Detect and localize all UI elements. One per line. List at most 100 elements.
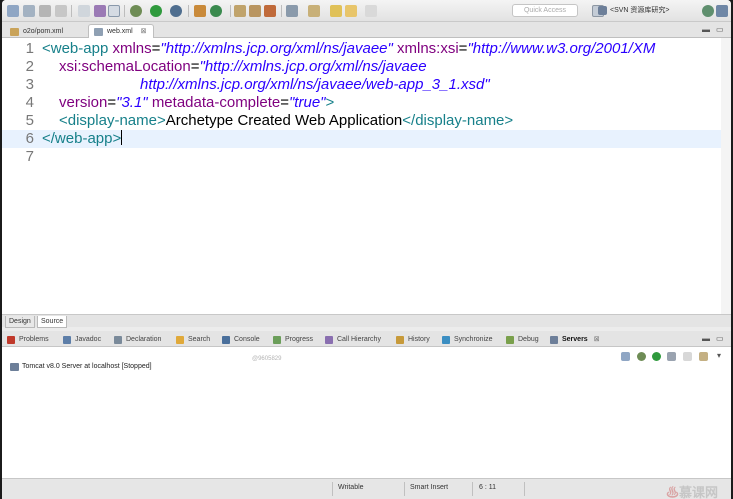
tab-label: Progress [285, 336, 314, 343]
tag-open: <display-name> [59, 112, 166, 129]
search-icon[interactable] [264, 5, 276, 17]
tab-label: Console [234, 336, 260, 343]
tab-pom-xml[interactable]: o2o/pom.xml [4, 24, 70, 38]
view-menu-icon[interactable]: ▾ [717, 352, 726, 361]
print-icon[interactable] [55, 5, 67, 17]
code-line-5: 5 <display-name>Archetype Created Web Ap… [2, 112, 731, 130]
code-line-3: 3 http://xmlns.jcp.org/xml/ns/javaee/web… [2, 76, 731, 94]
tab-problems[interactable]: Problems [7, 334, 49, 346]
tab-javadoc[interactable]: Javadoc [63, 334, 101, 346]
server-entry[interactable]: Tomcat v8.0 Server at localhost [Stopped… [10, 362, 731, 372]
tab-console[interactable]: Console [222, 334, 260, 346]
tab-history[interactable]: History [396, 334, 430, 346]
tag-close: </web-app> [42, 130, 122, 147]
attribute-name: xmlns:xsi [397, 40, 459, 57]
run-icon[interactable] [150, 5, 162, 17]
code-line-4: 4 version="3.1" metadata-complete="true"… [2, 94, 731, 112]
quick-access-input[interactable]: Quick Access [512, 4, 578, 17]
tab-progress[interactable]: Progress [273, 334, 313, 346]
insert-mode-status: Smart Insert [410, 484, 449, 491]
minimize-icon[interactable]: ▬ [702, 334, 710, 343]
back-icon[interactable] [345, 5, 357, 17]
tab-web-xml[interactable]: web.xml ⊠ [88, 24, 154, 38]
writable-status: Writable [338, 484, 364, 491]
cursor-position: 6 : 11 [479, 484, 496, 491]
history-icon [396, 336, 404, 344]
xml-editor[interactable]: 1 <web-app xmlns="http://xmlns.jcp.org/x… [2, 38, 731, 314]
server-label: Tomcat v8.0 Server at localhost [Stopped… [22, 363, 152, 370]
save-all-icon[interactable] [39, 5, 51, 17]
toggle-mark-icon[interactable] [78, 5, 90, 17]
minimize-icon[interactable]: ▬ [702, 25, 710, 34]
prev-annotation-icon[interactable] [308, 5, 320, 17]
close-icon[interactable]: ⊠ [594, 336, 600, 343]
tag-close-bracket: > [325, 94, 335, 111]
tab-label: Debug [518, 336, 539, 343]
line-number: 3 [25, 76, 34, 93]
open-folder-icon[interactable] [234, 5, 246, 17]
new-class-icon[interactable] [210, 5, 222, 17]
svn-perspective-icon [598, 6, 607, 15]
attribute-value: "http://www.w3.org/2001/XM [467, 40, 656, 57]
new-server-icon[interactable] [621, 352, 630, 361]
java-ee-perspective-icon[interactable] [716, 5, 728, 17]
toggle-breadcrumb-icon[interactable] [108, 5, 120, 17]
call-hierarchy-icon [325, 336, 333, 344]
external-tools-icon[interactable] [170, 5, 182, 17]
tag-close: </display-name> [402, 112, 514, 129]
open-type-icon[interactable] [94, 5, 106, 17]
new-java-project-icon[interactable] [194, 5, 206, 17]
line-number: 5 [25, 112, 34, 129]
text-caret [121, 130, 123, 145]
tab-call-hierarchy[interactable]: Call Hierarchy [325, 334, 381, 346]
line-number: 4 [25, 94, 34, 111]
tab-declaration[interactable]: Declaration [114, 334, 161, 346]
code-line-1: 1 <web-app xmlns="http://xmlns.jcp.org/x… [2, 40, 731, 58]
declaration-icon [114, 336, 122, 344]
attribute-value: "3.1" [116, 94, 148, 111]
brand-logo: ♨慕课网 [666, 485, 719, 499]
tab-design[interactable]: Design [5, 316, 35, 328]
maximize-icon[interactable]: ▭ [716, 334, 724, 343]
close-icon[interactable]: ⊠ [141, 28, 147, 35]
debug-icon[interactable] [130, 5, 142, 17]
debug-perspective-icon[interactable] [702, 5, 714, 17]
tab-search[interactable]: Search [176, 334, 210, 346]
synchronize-icon [442, 336, 450, 344]
status-bar: Writable Smart Insert 6 : 11 ♨慕课网 [2, 478, 731, 499]
start-server-icon[interactable] [652, 352, 661, 361]
search-icon [176, 336, 184, 344]
open-task-icon[interactable] [249, 5, 261, 17]
console-icon [222, 336, 230, 344]
tab-label: Problems [19, 336, 49, 343]
editor-tab-bar: o2o/pom.xml web.xml ⊠ ▬ ▭ [2, 22, 731, 38]
forward-icon[interactable] [365, 5, 377, 17]
main-toolbar: Quick Access <SVN 资源库研究> [2, 0, 731, 22]
vertical-scrollbar[interactable] [721, 38, 731, 314]
tab-label: Search [188, 336, 211, 343]
save-icon[interactable] [23, 5, 35, 17]
last-edit-icon[interactable] [330, 5, 342, 17]
publish-icon[interactable] [699, 352, 708, 361]
perspective-label[interactable]: <SVN 资源库研究> [610, 5, 670, 15]
tab-synchronize[interactable]: Synchronize [442, 334, 493, 346]
tab-source[interactable]: Source [37, 316, 68, 328]
start-debug-icon[interactable] [637, 352, 646, 361]
maximize-icon[interactable]: ▭ [716, 25, 724, 34]
next-annotation-icon[interactable] [286, 5, 298, 17]
code-line-2: 2 xsi:schemaLocation="http://xmlns.jcp.o… [2, 58, 731, 76]
profile-icon[interactable] [667, 352, 676, 361]
xml-file-icon [94, 28, 103, 36]
new-file-icon[interactable] [7, 5, 19, 17]
tab-label: History [408, 336, 430, 343]
server-icon [10, 363, 19, 371]
tab-debug[interactable]: Debug [506, 334, 539, 346]
progress-icon [273, 336, 281, 344]
stop-server-icon[interactable] [683, 352, 692, 361]
attribute-name: metadata-complete [151, 94, 281, 111]
attribute-name: xsi:schemaLocation [59, 58, 191, 75]
equals-sign: = [107, 94, 117, 111]
javadoc-icon [63, 336, 71, 344]
tab-servers[interactable]: Servers ⊠ [550, 334, 600, 346]
attribute-value: "true" [288, 94, 326, 111]
